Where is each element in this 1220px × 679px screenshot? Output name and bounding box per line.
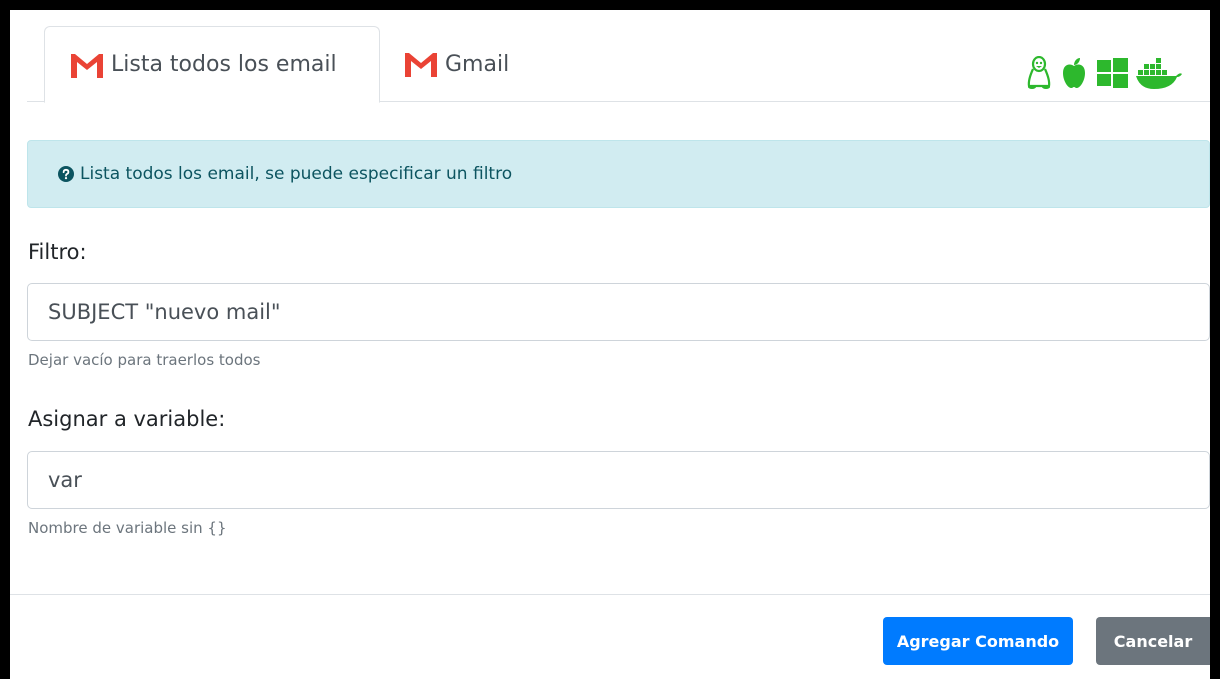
tab-gmail[interactable]: Gmail (403, 26, 509, 102)
filter-help-text: Dejar vacío para traerlos todos (28, 351, 261, 369)
footer-divider (10, 594, 1210, 595)
tab-label: Gmail (445, 51, 510, 77)
info-alert: Lista todos los email, se puede especifi… (27, 140, 1210, 208)
tab-lista-todos-los-email[interactable]: Lista todos los email (44, 26, 380, 103)
command-modal: Lista todos los email Gmail Lista todos … (10, 10, 1210, 679)
os-icons (1026, 55, 1182, 94)
linux-icon (1026, 55, 1052, 94)
variable-label: Asignar a variable: (28, 407, 226, 431)
filter-label: Filtro: (28, 240, 87, 264)
add-command-button[interactable]: Agregar Comando (883, 617, 1073, 665)
gmail-icon (69, 51, 105, 79)
variable-help-text: Nombre de variable sin {} (28, 519, 227, 537)
windows-icon (1096, 58, 1128, 92)
cancel-button[interactable]: Cancelar (1096, 617, 1210, 665)
filter-input[interactable] (27, 283, 1210, 341)
tab-label: Lista todos los email (111, 52, 337, 77)
gmail-icon (403, 50, 439, 78)
variable-input[interactable] (27, 451, 1210, 509)
apple-icon (1060, 57, 1088, 93)
tab-bar: Lista todos los email Gmail (27, 26, 1210, 103)
alert-text: Lista todos los email, se puede especifi… (80, 164, 513, 184)
question-circle-icon (58, 166, 74, 182)
docker-icon (1136, 56, 1182, 94)
